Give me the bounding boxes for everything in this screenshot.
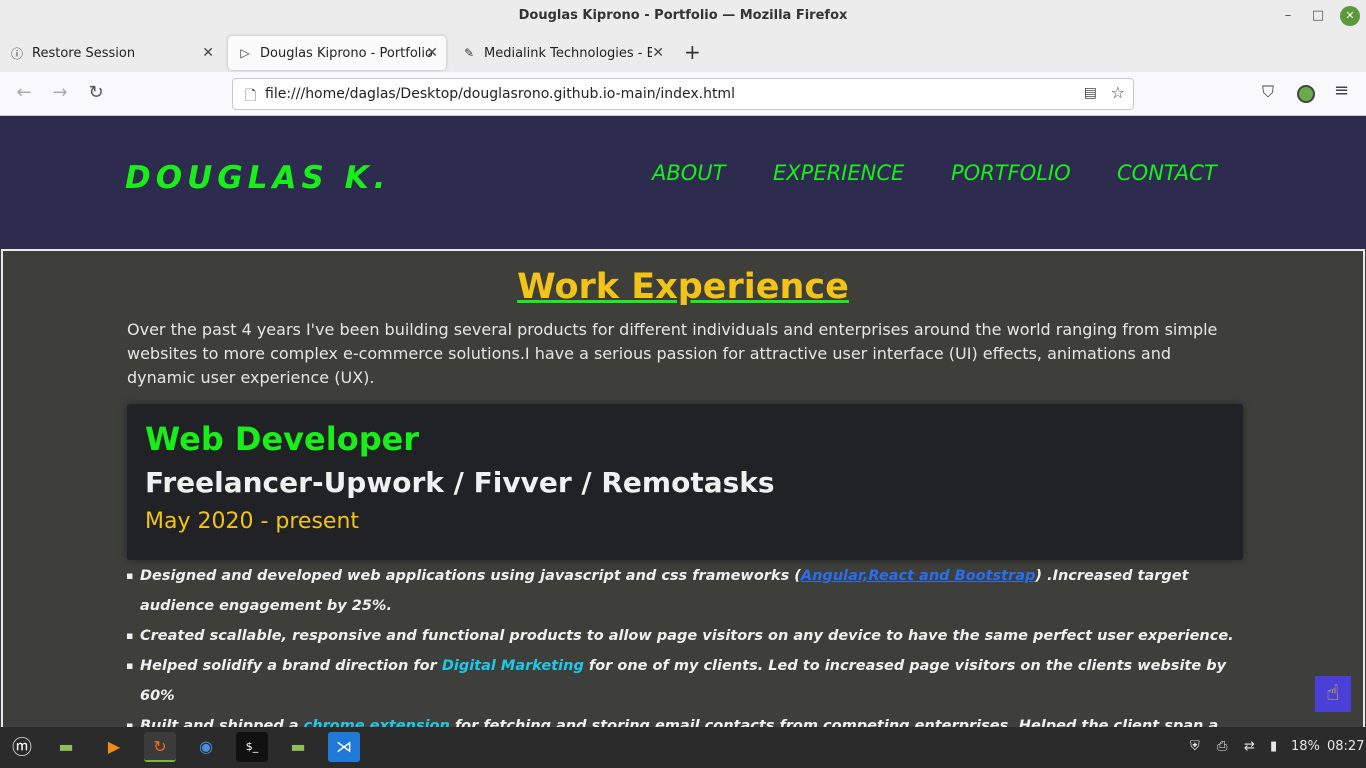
list-item: Created scallable, responsive and functi… [126,621,1238,651]
folder-icon[interactable]: ▬ [282,732,314,762]
tab-label: Douglas Kiprono - Portfolio [260,45,433,61]
close-tab-icon[interactable]: ✕ [652,45,664,61]
address-bar[interactable]: 🗋 file:///home/daglas/Desktop/douglasron… [232,78,1134,110]
tab-restore-session[interactable]: ⓘ Restore Session ✕ [0,36,222,70]
reload-button[interactable]: ↻ [84,82,108,103]
chrome-extension-link[interactable]: chrome extension [304,718,450,727]
tab-portfolio[interactable]: ▷ Douglas Kiprono - Portfolio ✕ [228,36,446,70]
clock[interactable]: 08:27 [1327,739,1364,754]
job-company: Freelancer-Upwork / Fivver / Remotasks [145,466,775,499]
tab-medialink[interactable]: ✎ Medialink Technologies - Be ✕ [452,36,672,70]
list-item: Helped solidify a brand direction for Di… [126,651,1238,711]
web-page: DOUGLAS K. ABOUT EXPERIENCE PORTFOLIO CO… [0,116,1366,727]
list-item: Designed and developed web applications … [126,561,1238,621]
tab-label: Medialink Technologies - Be [484,45,652,61]
frameworks-link[interactable]: Angular,React and Bootstrap [801,568,1036,584]
close-window-icon[interactable]: ✕ [1340,6,1360,26]
vscode-icon[interactable]: ⋊ [328,732,360,762]
battery-percent: 18% [1291,739,1320,754]
section-title: Work Experience [517,267,849,307]
experience-intro: Over the past 4 years I've been building… [127,320,1218,387]
pocket-icon[interactable]: ⛉ [1262,82,1274,102]
minimize-icon[interactable]: – [1278,6,1298,26]
medialink-icon: ✎ [463,46,475,60]
hamburger-menu-icon[interactable]: ≡ [1334,80,1349,101]
maximize-icon[interactable]: □ [1308,6,1328,26]
page-icon: 🗋 [245,88,257,104]
new-tab-button[interactable]: + [684,40,701,64]
files-icon[interactable]: ▬ [50,732,82,762]
close-tab-icon[interactable]: ✕ [202,45,214,61]
site-logo[interactable]: DOUGLAS K. [125,160,390,196]
reader-view-icon[interactable]: ▤ [1084,85,1097,101]
nav-link-contact[interactable]: CONTACT [1117,161,1217,185]
info-icon: ⓘ [10,46,23,61]
experience-bullets: Designed and developed web applications … [126,561,1238,727]
bookmark-star-icon[interactable]: ☆ [1111,83,1125,102]
url-text[interactable]: file:///home/daglas/Desktop/douglasrono.… [265,86,735,102]
navigation-toolbar: ← → ↻ 🗋 file:///home/daglas/Desktop/doug… [0,72,1366,116]
digital-marketing-link[interactable]: Digital Marketing [442,658,584,674]
media-player-icon[interactable]: ▶ [98,732,130,762]
close-tab-icon[interactable]: ✕ [426,45,438,61]
window-titlebar: Douglas Kiprono - Portfolio — Mozilla Fi… [0,0,1366,32]
shield-icon[interactable]: ⛨ [1190,739,1200,754]
mint-menu-icon[interactable]: ⓜ [6,732,38,762]
experience-card: Web Developer Freelancer-Upwork / Fivver… [127,404,1243,560]
chrome-icon[interactable]: ◉ [190,732,222,762]
play-icon: ▷ [240,46,250,60]
site-header: DOUGLAS K. ABOUT EXPERIENCE PORTFOLIO CO… [0,116,1366,249]
terminal-icon[interactable]: $_ [236,732,268,762]
printer-icon[interactable]: ⎙ [1217,739,1227,754]
network-icon[interactable]: ⇄ [1244,739,1255,754]
job-period: May 2020 - present [145,509,360,534]
pointer-hand-icon[interactable]: ☝ [1315,676,1351,712]
account-avatar[interactable] [1297,85,1315,103]
tab-strip: ⓘ Restore Session ✕ ▷ Douglas Kiprono - … [0,32,1366,72]
nav-link-experience[interactable]: EXPERIENCE [773,161,904,185]
tab-label: Restore Session [32,45,136,61]
battery-icon[interactable]: ▮ [1270,739,1277,754]
job-role: Web Developer [145,420,420,458]
system-taskbar: ⓜ ▬ ▶ ↻ ◉ $_ ▬ ⋊ ⛨ ⎙ ⇄ ▮ 18% 08:27 [0,727,1366,768]
forward-button[interactable]: → [48,82,72,103]
list-item: Built and shipped a chrome extension for… [126,711,1238,727]
back-button[interactable]: ← [12,82,36,103]
window-title: Douglas Kiprono - Portfolio — Mozilla Fi… [518,8,848,23]
nav-link-about[interactable]: ABOUT [652,161,726,185]
firefox-icon[interactable]: ↻ [144,732,176,762]
nav-link-portfolio[interactable]: PORTFOLIO [951,161,1071,185]
